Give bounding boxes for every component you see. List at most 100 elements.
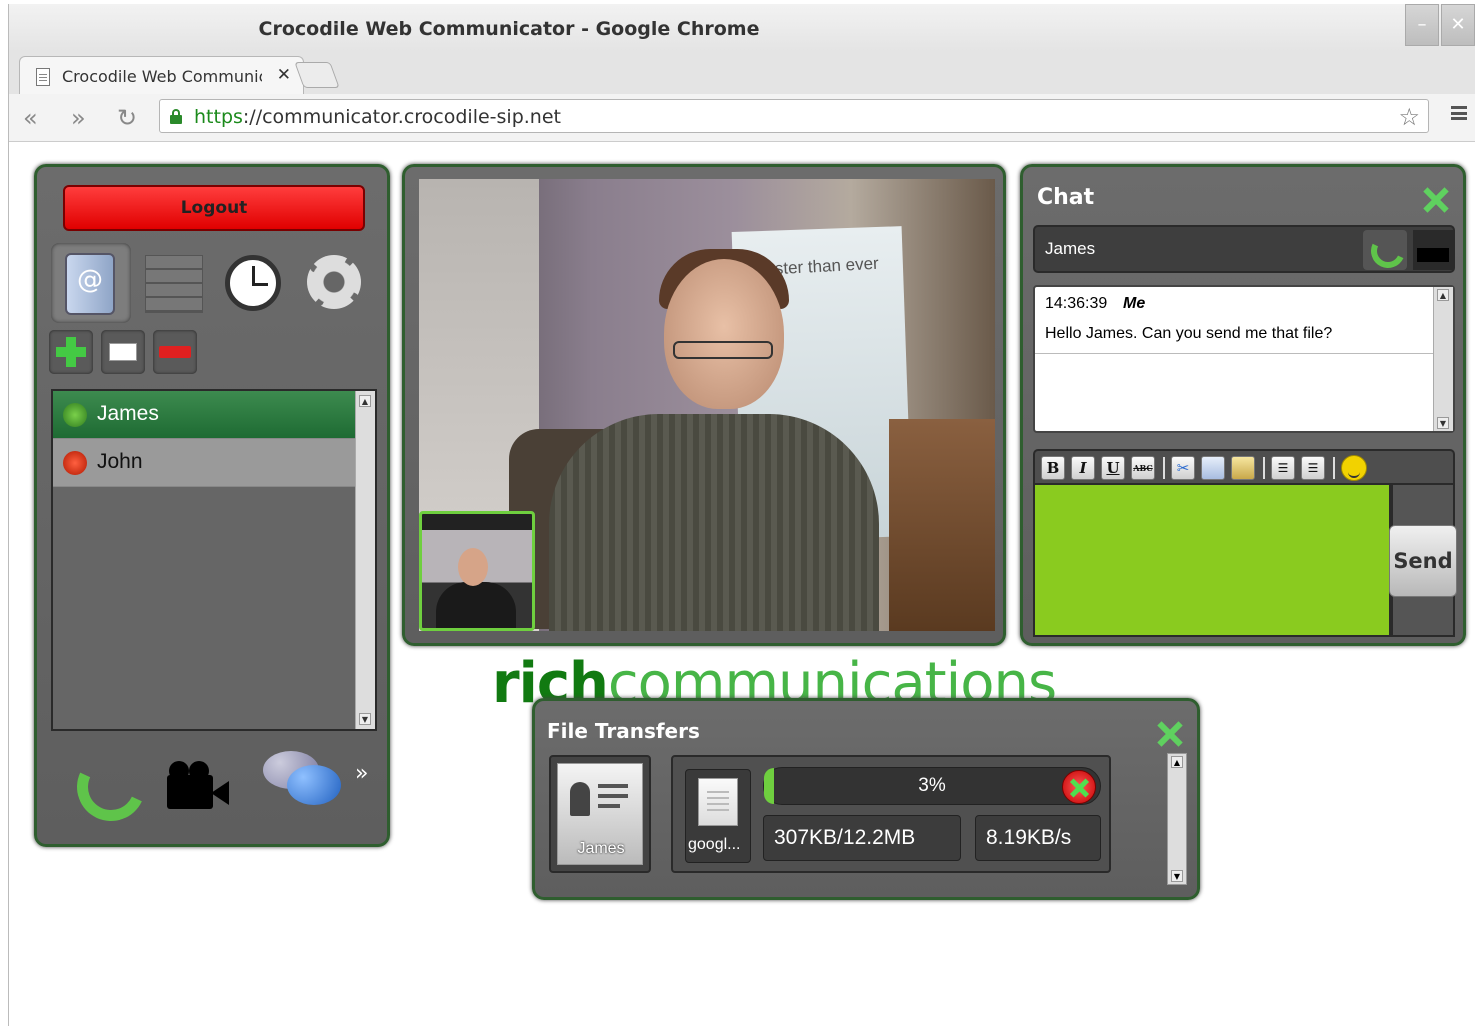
remove-contact-button[interactable] <box>153 330 197 374</box>
contact-card-icon <box>570 778 630 824</box>
file-transfers-panel: File Transfers James googl... 3% 307KB/1… <box>532 698 1200 900</box>
video-camera-icon[interactable] <box>167 761 231 809</box>
chat-contact-name: James <box>1045 239 1096 258</box>
settings-tab[interactable] <box>293 243 373 323</box>
local-video-preview[interactable] <box>419 511 535 631</box>
transfer-speed: 8.19KB/s <box>975 815 1101 861</box>
message-sender: Me <box>1123 295 1146 312</box>
edit-contact-button[interactable] <box>101 330 145 374</box>
history-tab[interactable] <box>213 243 293 323</box>
scroll-up-icon[interactable]: ▲ <box>1437 289 1449 301</box>
window-title: Crocodile Web Communicator - Google Chro… <box>258 18 760 40</box>
message-time: 14:36:39 <box>1045 295 1108 312</box>
phone-icon[interactable] <box>71 747 135 811</box>
bullet-list-icon[interactable]: ☰ <box>1271 456 1295 480</box>
tab-crocodile[interactable]: Crocodile Web Communica ✕ <box>19 56 304 94</box>
minimize-button[interactable]: – <box>1405 4 1439 46</box>
contacts-tab[interactable] <box>51 243 131 323</box>
address-book-icon <box>65 253 115 315</box>
divider <box>1263 457 1265 479</box>
minus-icon <box>159 346 191 358</box>
italic-button[interactable]: I <box>1071 456 1095 480</box>
title-bar: Crocodile Web Communicator - Google Chro… <box>9 4 1475 52</box>
address-bar[interactable]: https://communicator.crocodile-sip.net ☆ <box>159 99 1429 133</box>
page-icon <box>36 68 50 86</box>
video-call-icon[interactable] <box>1413 230 1453 270</box>
divider <box>1035 353 1435 354</box>
numbered-list-icon[interactable]: ☰ <box>1301 456 1325 480</box>
emoticon-icon[interactable] <box>1341 455 1367 481</box>
close-file-transfers-icon[interactable] <box>1155 719 1185 749</box>
file-thumbnail[interactable]: googl... <box>685 769 751 863</box>
chat-bubbles-icon[interactable] <box>263 751 343 811</box>
file-transfers-title: File Transfers <box>547 719 700 743</box>
contact-john[interactable]: John <box>53 439 355 487</box>
strikethrough-button[interactable]: ABC <box>1131 456 1155 480</box>
send-button[interactable]: Send <box>1389 525 1457 597</box>
file-transfer-item: googl... 3% 307KB/12.2MB 8.19KB/s <box>671 755 1111 873</box>
bold-button[interactable]: B <box>1041 456 1065 480</box>
chat-contact-header: James <box>1033 225 1455 273</box>
tab-strip: Crocodile Web Communica ✕ <box>9 52 1475 94</box>
cancel-transfer-icon[interactable] <box>1062 770 1096 804</box>
keypad-tab[interactable] <box>133 243 213 323</box>
close-chat-icon[interactable] <box>1421 185 1451 215</box>
scroll-down-icon[interactable]: ▼ <box>359 713 371 725</box>
add-contact-button[interactable] <box>49 330 93 374</box>
forward-icon[interactable]: » <box>71 104 86 132</box>
menu-icon[interactable] <box>1451 106 1467 120</box>
window-controls: – ✕ <box>1405 4 1475 46</box>
chat-message-input[interactable] <box>1033 485 1391 637</box>
browser-toolbar: « » ↻ https://communicator.crocodile-sip… <box>9 94 1475 142</box>
clock-icon <box>225 255 281 311</box>
underline-button[interactable]: U <box>1101 456 1125 480</box>
presence-online-icon <box>63 403 87 427</box>
tab-label: Crocodile Web Communica <box>62 67 262 86</box>
call-icon[interactable] <box>1363 230 1407 270</box>
transfer-size: 307KB/12.2MB <box>763 815 961 861</box>
contacts-panel: Logout James John ▲ ▼ <box>34 164 390 847</box>
copy-icon[interactable] <box>1201 456 1225 480</box>
transfer-contact-card[interactable]: James <box>549 755 651 873</box>
contact-name: James <box>97 402 159 425</box>
plus-icon <box>56 337 86 367</box>
transfer-contact-name: James <box>577 840 625 857</box>
progress-percent: 3% <box>918 775 946 796</box>
chat-panel: Chat James 14:36:39 Me Hello James. Can … <box>1020 164 1466 646</box>
keypad-icon <box>145 255 203 313</box>
video-panel: Faster than ever <box>402 164 1006 646</box>
logout-button[interactable]: Logout <box>63 185 365 231</box>
scroll-down-icon[interactable]: ▼ <box>1437 417 1449 429</box>
more-icon[interactable]: » <box>355 761 368 786</box>
message-text: Hello James. Can you send me that file? <box>1045 325 1333 342</box>
close-window-button[interactable]: ✕ <box>1441 4 1475 46</box>
lock-icon <box>170 109 182 124</box>
chat-log-scrollbar[interactable]: ▲ ▼ <box>1433 287 1453 431</box>
format-toolbar: B I U ABC ✂ ☰ ☰ <box>1033 449 1455 485</box>
cut-icon[interactable]: ✂ <box>1171 456 1195 480</box>
presence-offline-icon <box>63 451 87 475</box>
contact-james[interactable]: James <box>53 391 355 439</box>
contact-name: John <box>97 450 143 473</box>
action-bar: » <box>37 747 387 827</box>
file-transfers-scrollbar[interactable]: ▲ ▼ <box>1167 753 1187 885</box>
url-text: https://communicator.crocodile-sip.net <box>194 106 561 128</box>
paste-icon[interactable] <box>1231 456 1255 480</box>
contact-list: James John ▲ ▼ <box>51 389 377 731</box>
scroll-up-icon[interactable]: ▲ <box>359 395 371 407</box>
scroll-down-icon[interactable]: ▼ <box>1171 870 1183 882</box>
document-icon <box>698 778 738 826</box>
bookmark-star-icon[interactable]: ☆ <box>1398 103 1420 131</box>
scroll-up-icon[interactable]: ▲ <box>1171 756 1183 768</box>
edit-icon <box>109 343 137 361</box>
divider <box>1163 457 1165 479</box>
reload-icon[interactable]: ↻ <box>117 104 137 132</box>
gear-icon <box>307 255 361 309</box>
contact-list-scrollbar[interactable]: ▲ ▼ <box>355 391 375 729</box>
chat-title: Chat <box>1037 185 1095 210</box>
chat-log: 14:36:39 Me Hello James. Can you send me… <box>1033 285 1455 433</box>
file-name: googl... <box>688 836 741 853</box>
back-icon[interactable]: « <box>23 104 38 132</box>
transfer-progress-bar: 3% <box>763 767 1101 805</box>
close-tab-icon[interactable]: ✕ <box>277 65 291 85</box>
